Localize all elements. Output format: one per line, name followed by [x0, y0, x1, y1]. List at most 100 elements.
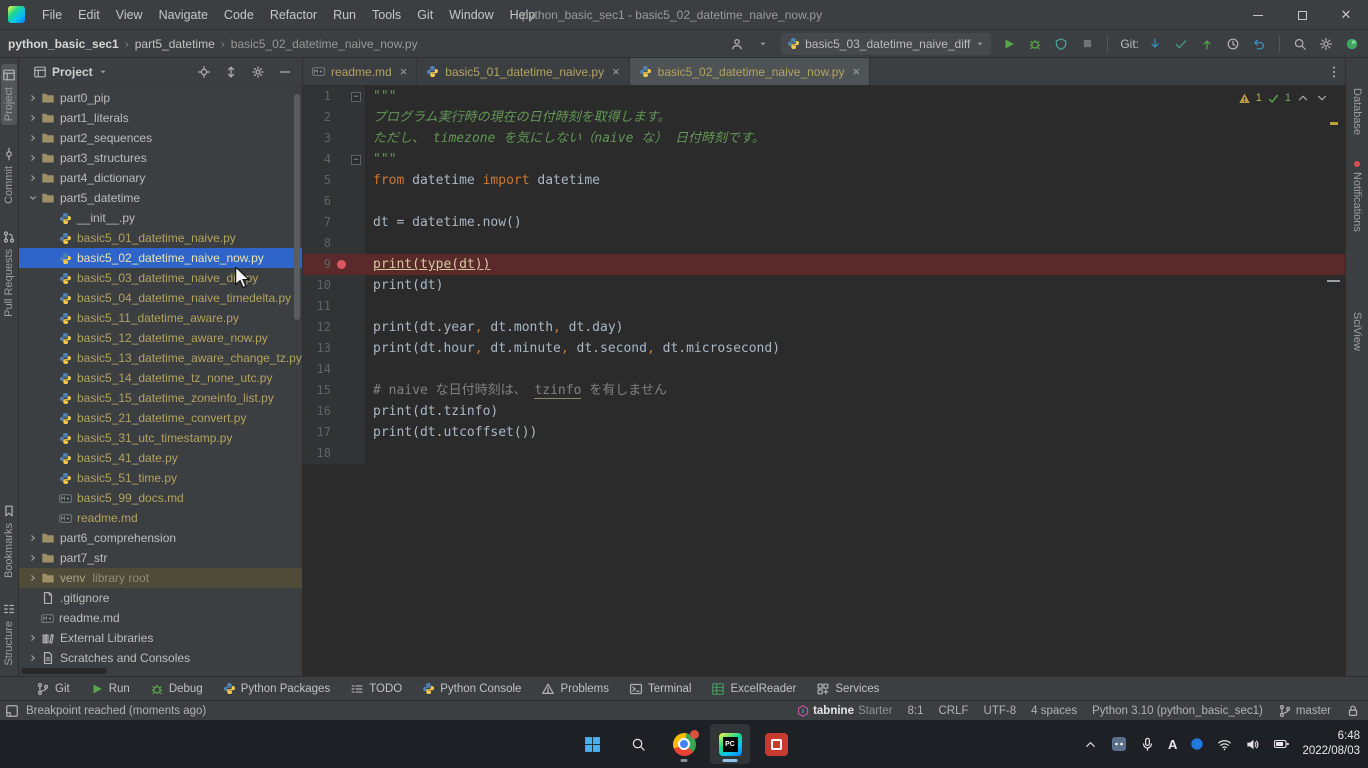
tree-item-part1-literals[interactable]: part1_literals	[19, 108, 302, 128]
menu-run[interactable]: Run	[325, 0, 364, 30]
tree-item-readme-md[interactable]: readme.md	[19, 608, 302, 628]
maximize-button[interactable]	[1280, 0, 1324, 30]
project-horizontal-scrollbar[interactable]	[21, 668, 107, 674]
toolwindow-button-terminal[interactable]: Terminal	[619, 677, 701, 700]
gutter-breakpoint-area[interactable]	[331, 260, 351, 269]
tool-button-commit[interactable]: Commit	[1, 143, 17, 208]
chevron-right-icon[interactable]	[25, 552, 41, 564]
editor-body[interactable]: 1−"""2プログラム実行時の現在の日付時刻を取得します。3ただし、 timez…	[303, 86, 1345, 676]
menu-navigate[interactable]: Navigate	[151, 0, 216, 30]
editor-tab-readme-md[interactable]: readme.md×	[303, 58, 417, 85]
tree-item-basic5-21-datetime-convert-py[interactable]: basic5_21_datetime_convert.py	[19, 408, 302, 428]
menu-edit[interactable]: Edit	[70, 0, 108, 30]
tree-item-basic5-11-datetime-aware-py[interactable]: basic5_11_datetime_aware.py	[19, 308, 302, 328]
tree-item-basic5-04-datetime-naive-timedelta-py[interactable]: basic5_04_datetime_naive_timedelta.py	[19, 288, 302, 308]
status-8-1[interactable]: 8:1	[907, 705, 923, 717]
status-crlf[interactable]: CRLF	[938, 705, 968, 717]
toolwindow-button-git[interactable]: Git	[26, 677, 80, 700]
toolwindow-button-python-packages[interactable]: Python Packages	[213, 677, 341, 700]
taskbar-clock[interactable]: 6:48 2022/08/03	[1302, 729, 1360, 759]
code-line-4[interactable]: 4−"""	[303, 149, 1345, 170]
history-button[interactable]	[1221, 32, 1245, 56]
tree-item-basic5-15-datetime-zoneinfo-list-py[interactable]: basic5_15_datetime_zoneinfo_list.py	[19, 388, 302, 408]
menu-refactor[interactable]: Refactor	[262, 0, 325, 30]
run-button[interactable]	[997, 32, 1021, 56]
tree-item-init-py[interactable]: __init__.py	[19, 208, 302, 228]
chevron-right-icon[interactable]	[25, 532, 41, 544]
user-icon[interactable]	[725, 32, 749, 56]
toolwindow-button-services[interactable]: Services	[806, 677, 889, 700]
chevron-right-icon[interactable]	[25, 152, 41, 164]
chevron-right-icon[interactable]	[25, 632, 41, 644]
minimize-button[interactable]	[1236, 0, 1280, 30]
code-line-13[interactable]: 13print(dt.hour, dt.minute, dt.second, d…	[303, 338, 1345, 359]
code-line-5[interactable]: 5from datetime import datetime	[303, 170, 1345, 191]
code-line-16[interactable]: 16print(dt.tzinfo)	[303, 401, 1345, 422]
code-line-14[interactable]: 14	[303, 359, 1345, 380]
red-app-taskbar-button[interactable]	[756, 724, 796, 764]
ime-indicator[interactable]: A	[1168, 737, 1177, 752]
status-4-spaces[interactable]: 4 spaces	[1031, 705, 1077, 717]
microphone-icon[interactable]	[1140, 737, 1155, 752]
code-line-10[interactable]: 10print(dt)	[303, 275, 1345, 296]
tool-button-bookmarks[interactable]: Bookmarks	[1, 500, 17, 582]
code-line-1[interactable]: 1−"""	[303, 86, 1345, 107]
error-stripe-warning-mark[interactable]	[1330, 122, 1338, 125]
toolwindow-button-problems[interactable]: Problems	[531, 677, 619, 700]
status-python-3-10-python-basic-sec1[interactable]: Python 3.10 (python_basic_sec1)	[1092, 705, 1263, 717]
tree-item-part4-dictionary[interactable]: part4_dictionary	[19, 168, 302, 188]
breadcrumb-part5-datetime[interactable]: part5_datetime	[135, 37, 215, 51]
chevron-down-icon[interactable]	[25, 192, 41, 204]
git-commit-button[interactable]	[1169, 32, 1193, 56]
tree-item-basic5-12-datetime-aware-now-py[interactable]: basic5_12_datetime_aware_now.py	[19, 328, 302, 348]
menu-git[interactable]: Git	[409, 0, 441, 30]
wifi-icon[interactable]	[1217, 737, 1232, 752]
code-area[interactable]: 1−"""2プログラム実行時の現在の日付時刻を取得します。3ただし、 timez…	[303, 86, 1345, 464]
chevron-right-icon[interactable]	[25, 112, 41, 124]
tray-blue-icon[interactable]	[1190, 737, 1204, 751]
start-button[interactable]	[572, 724, 612, 764]
tree-item-basic5-02-datetime-naive-now-py[interactable]: basic5_02_datetime_naive_now.py	[19, 248, 302, 268]
tool-button-project[interactable]: Project	[1, 64, 17, 125]
editor-tab-basic5-01-datetime-naive-py[interactable]: basic5_01_datetime_naive.py×	[417, 58, 629, 85]
tab-options-icon[interactable]	[1327, 58, 1341, 86]
debug-button[interactable]	[1023, 32, 1047, 56]
status-lock-icon[interactable]	[1346, 704, 1360, 718]
tree-item-scratches-and-consoles[interactable]: Scratches and Consoles	[19, 648, 302, 664]
tree-item-basic5-51-time-py[interactable]: basic5_51_time.py	[19, 468, 302, 488]
fold-marker-icon[interactable]: −	[351, 92, 361, 102]
toolwindow-button-python-console[interactable]: Python Console	[412, 677, 531, 700]
chevron-right-icon[interactable]	[25, 132, 41, 144]
coverage-button[interactable]	[1049, 32, 1073, 56]
toolwindow-button-todo[interactable]: TODO	[340, 677, 412, 700]
tree-item-basic5-13-datetime-aware-change-tz-py[interactable]: basic5_13_datetime_aware_change_tz.py	[19, 348, 302, 368]
code-line-17[interactable]: 17print(dt.utcoffset())	[303, 422, 1345, 443]
stop-button[interactable]	[1075, 32, 1099, 56]
tree-item-readme-md[interactable]: readme.md	[19, 508, 302, 528]
rollback-button[interactable]	[1247, 32, 1271, 56]
tree-item-basic5-31-utc-timestamp-py[interactable]: basic5_31_utc_timestamp.py	[19, 428, 302, 448]
chevron-down-icon[interactable]	[98, 67, 108, 77]
prev-problem-icon[interactable]	[1296, 91, 1310, 105]
tree-item-venv[interactable]: venvlibrary root	[19, 568, 302, 588]
select-opened-file-button[interactable]	[193, 61, 215, 83]
breadcrumb-python-basic-sec1[interactable]: python_basic_sec1	[8, 37, 119, 51]
tree-item-basic5-41-date-py[interactable]: basic5_41_date.py	[19, 448, 302, 468]
tree-item-external-libraries[interactable]: External Libraries	[19, 628, 302, 648]
tree-item-part7-str[interactable]: part7_str	[19, 548, 302, 568]
code-line-8[interactable]: 8	[303, 233, 1345, 254]
tree-item-part3-structures[interactable]: part3_structures	[19, 148, 302, 168]
tool-button-database[interactable]: Database	[1350, 84, 1364, 139]
chevron-right-icon[interactable]	[25, 652, 41, 664]
menu-file[interactable]: File	[34, 0, 70, 30]
user-caret-icon[interactable]	[751, 32, 775, 56]
status-utf-8[interactable]: UTF-8	[984, 705, 1017, 717]
code-line-11[interactable]: 11	[303, 296, 1345, 317]
code-line-18[interactable]: 18	[303, 443, 1345, 464]
code-line-3[interactable]: 3ただし、 timezone を気にしない（naive な） 日付時刻です。	[303, 128, 1345, 149]
menu-code[interactable]: Code	[216, 0, 262, 30]
tree-item-basic5-03-datetime-naive-diff-py[interactable]: basic5_03_datetime_naive_diff.py	[19, 268, 302, 288]
error-stripe-caret-mark[interactable]	[1327, 280, 1340, 282]
inspection-widget[interactable]: 1 1	[1238, 91, 1329, 105]
collapse-all-button[interactable]	[220, 61, 242, 83]
